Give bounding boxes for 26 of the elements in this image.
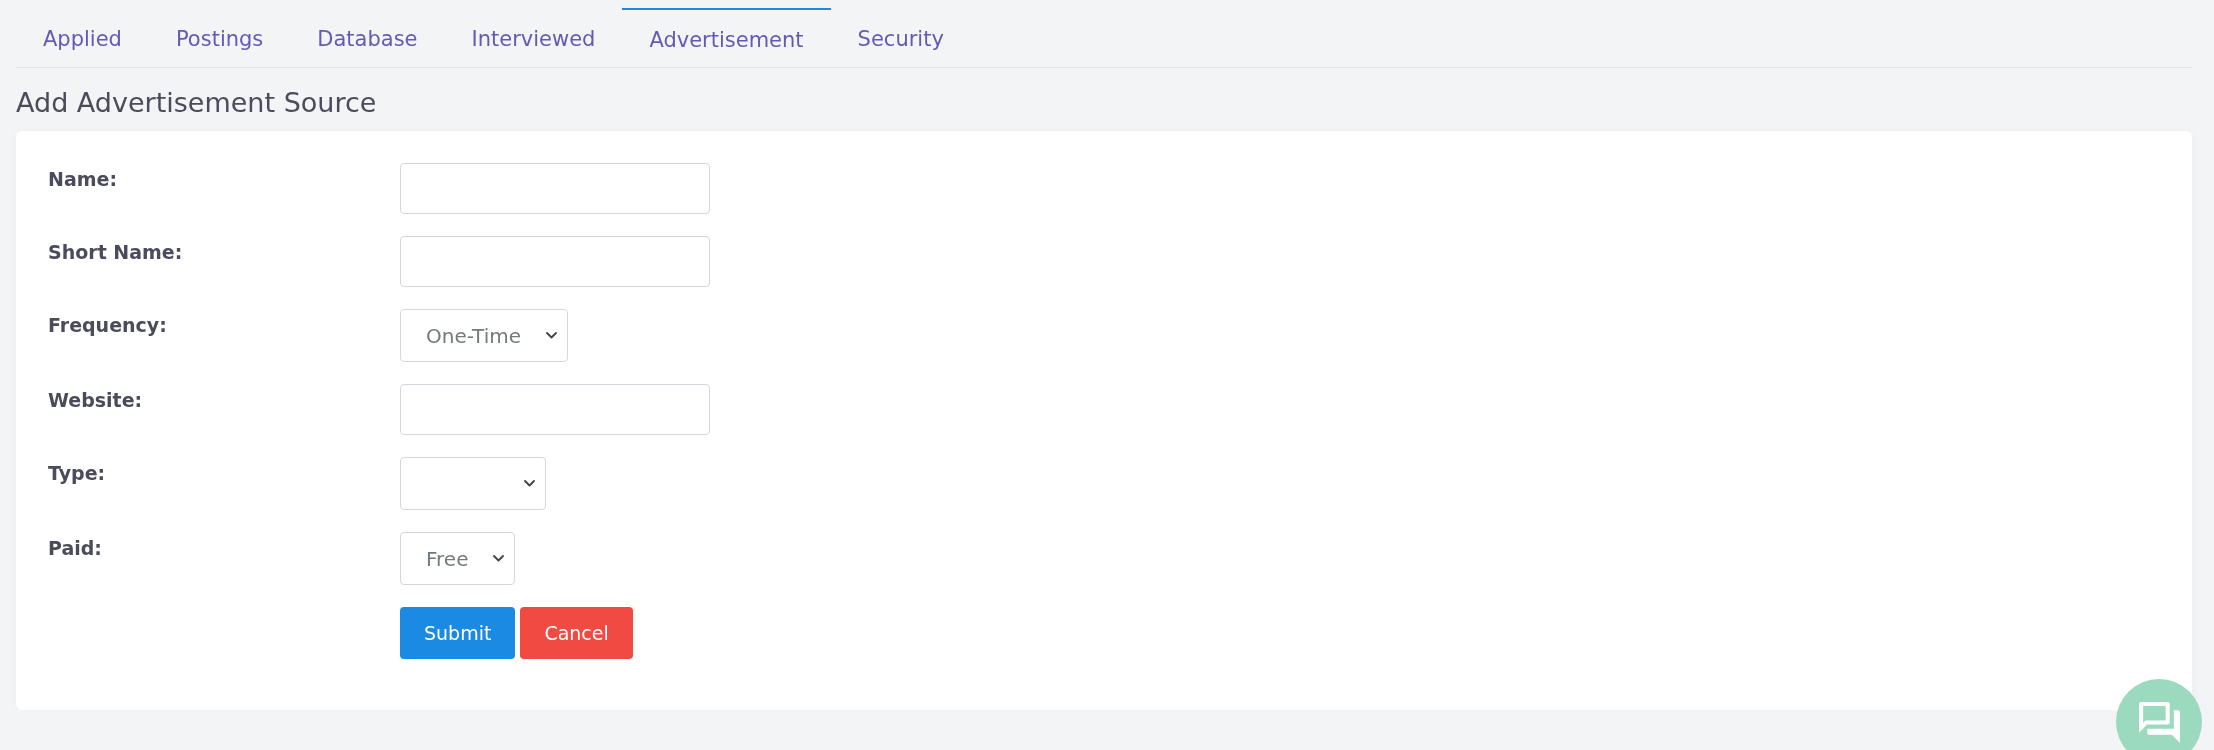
chat-bubbles-icon [2138, 701, 2180, 743]
chevron-down-icon [524, 480, 535, 487]
text-input[interactable] [400, 236, 710, 287]
field-label: Frequency: [48, 313, 167, 337]
submit-button[interactable]: Submit [400, 607, 516, 659]
field-label: Name: [48, 167, 117, 191]
text-input[interactable] [400, 163, 710, 214]
field-label: Paid: [48, 536, 102, 560]
dropdown-select[interactable]: Free [400, 532, 516, 585]
nav-tab[interactable]: Security [830, 8, 971, 67]
page-heading: Add Advertisement Source [16, 86, 377, 120]
field-label: Short Name: [48, 240, 183, 264]
dropdown-select[interactable] [400, 457, 546, 510]
dropdown-select[interactable]: One-Time [400, 309, 569, 362]
nav-tab[interactable]: Interviewed [444, 8, 623, 67]
cancel-button[interactable]: Cancel [520, 607, 633, 659]
chevron-down-icon [546, 332, 558, 339]
nav-tab[interactable]: Applied [16, 8, 149, 67]
nav-tab[interactable]: Postings [148, 8, 291, 67]
nav-tab[interactable]: Database [290, 8, 445, 67]
field-label: Website: [48, 388, 143, 412]
chevron-down-icon [493, 555, 505, 562]
field-label: Type: [48, 461, 106, 485]
chat-button[interactable] [2116, 679, 2202, 750]
nav-tab[interactable]: Advertisement [622, 8, 831, 67]
text-input[interactable] [400, 384, 710, 435]
